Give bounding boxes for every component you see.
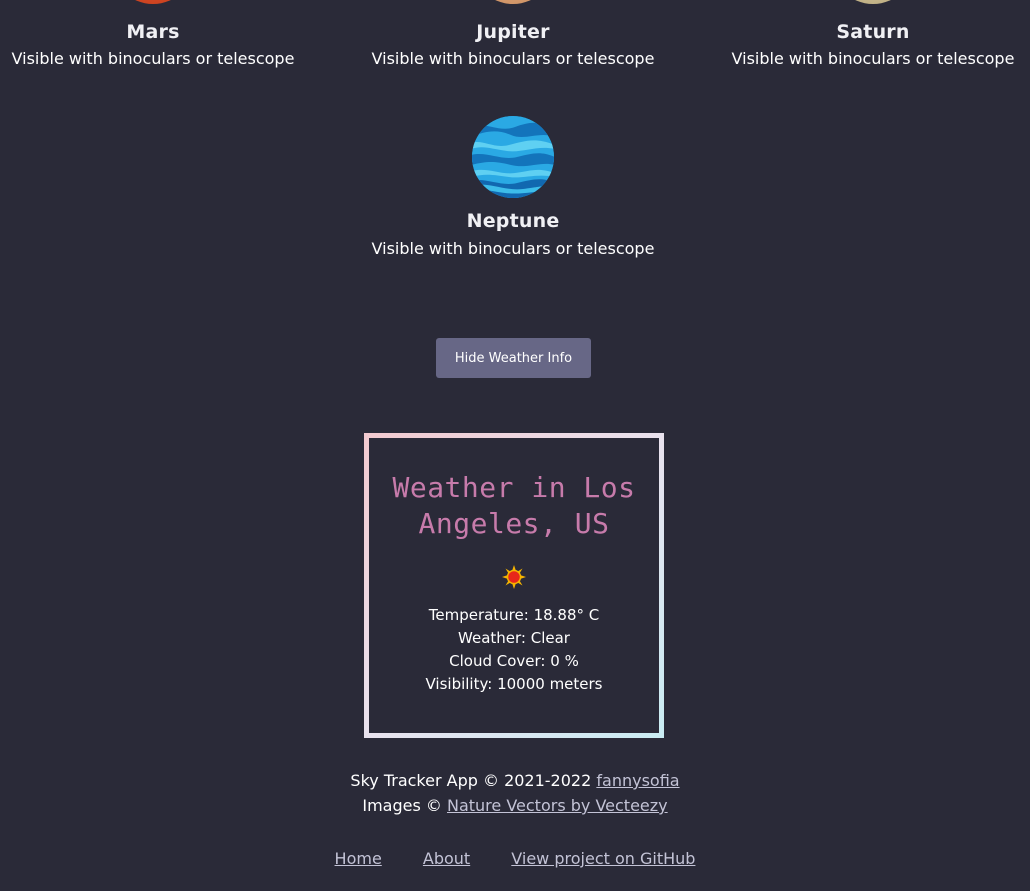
- saturn-image: [831, 0, 915, 4]
- weather-details: Temperature: 18.88° C Weather: Clear Clo…: [369, 604, 659, 696]
- vecteezy-link[interactable]: Nature Vectors by Vecteezy: [447, 796, 668, 815]
- copyright-text: Sky Tracker App © 2021-2022: [350, 771, 592, 790]
- nav-link-home[interactable]: Home: [335, 849, 382, 868]
- footer: Sky Tracker App © 2021-2022 fannysofia I…: [0, 768, 1030, 818]
- condition-text: Weather: Clear: [458, 629, 570, 647]
- planet-visibility: Visible with binoculars or telescope: [11, 49, 295, 68]
- nav-link-about[interactable]: About: [423, 849, 470, 868]
- visibility-text: Visibility: 10000 meters: [425, 675, 603, 693]
- planet-name: Mars: [126, 21, 180, 43]
- planet-visibility: Visible with binoculars or telescope: [371, 239, 655, 258]
- weather-title: Weather in Los Angeles, US: [392, 471, 636, 540]
- copyright-line: Sky Tracker App © 2021-2022 fannysofia: [0, 768, 1030, 793]
- mars-image: [111, 0, 195, 4]
- nav-link-github[interactable]: View project on GitHub: [511, 849, 695, 868]
- page: Mars Visible with binoculars or telescop…: [0, 0, 1030, 891]
- neptune-image: [472, 116, 554, 198]
- jupiter-image: [471, 0, 555, 4]
- weather-card-inner: Weather in Los Angeles, US Temperature: …: [369, 438, 659, 733]
- temperature-text: Temperature: 18.88° C: [428, 606, 600, 624]
- images-credit-text: Images ©: [362, 796, 442, 815]
- cloud-cover-text: Cloud Cover: 0 %: [449, 652, 579, 670]
- footer-nav: Home About View project on GitHub: [0, 849, 1030, 868]
- author-link[interactable]: fannysofia: [596, 771, 679, 790]
- planet-name: Jupiter: [476, 21, 550, 43]
- hide-weather-button[interactable]: Hide Weather Info: [436, 338, 591, 378]
- planet-card-neptune: Neptune Visible with binoculars or teles…: [333, 115, 693, 258]
- planet-visibility: Visible with binoculars or telescope: [371, 49, 655, 68]
- sun-icon: [502, 565, 526, 589]
- weather-card: Weather in Los Angeles, US Temperature: …: [364, 433, 664, 738]
- planet-name: Saturn: [836, 21, 910, 43]
- planet-visibility: Visible with binoculars or telescope: [731, 49, 1015, 68]
- images-credit-line: Images © Nature Vectors by Vecteezy: [0, 793, 1030, 818]
- planet-name: Neptune: [466, 210, 560, 232]
